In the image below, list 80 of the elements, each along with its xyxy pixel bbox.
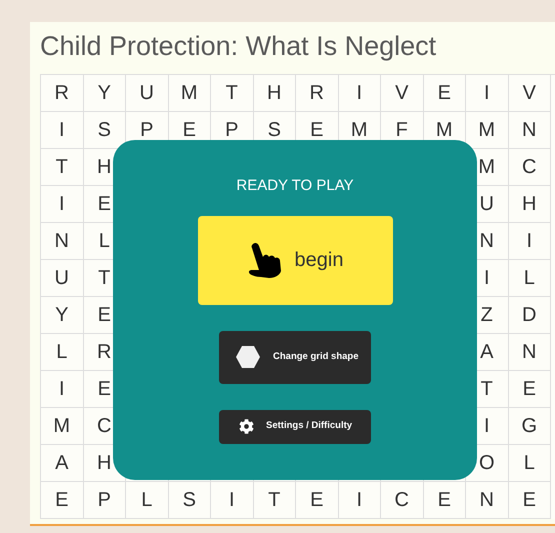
grid-letter: N	[522, 340, 536, 365]
grid-letter: I	[58, 118, 65, 143]
grid-letter: L	[141, 488, 152, 513]
grid-letter: E	[522, 488, 536, 513]
grid-letter: A	[55, 451, 68, 476]
grid-letter: S	[182, 488, 196, 513]
grid-letter: E	[438, 488, 451, 513]
grid-letter: I	[58, 377, 65, 402]
grid-letter: E	[98, 377, 111, 402]
grid-letter: I	[484, 81, 490, 106]
grid-letter: T	[268, 488, 280, 513]
overlay-heading: READY TO PLAY	[236, 176, 354, 196]
grid-letter: D	[522, 303, 536, 328]
grid-letter: E	[438, 81, 451, 106]
grid-letter: E	[55, 488, 68, 513]
grid-letter: T	[226, 81, 238, 106]
grid-letter: L	[524, 266, 535, 291]
puzzle-title: Child Protection: What Is Neglect	[39, 30, 438, 63]
grid-letter: V	[395, 81, 408, 106]
pointing-hand-icon	[246, 241, 283, 279]
grid-letter: N	[480, 488, 494, 513]
grid-letter: R	[310, 81, 324, 106]
grid-letter: P	[140, 118, 154, 143]
begin-button[interactable]: begin	[198, 216, 392, 304]
grid-letter: E	[310, 118, 324, 143]
grid-letter: R	[97, 340, 112, 365]
grid-letter: Z	[480, 303, 493, 328]
grid-letter: C	[394, 488, 409, 513]
grid-letter: N	[522, 118, 536, 143]
grid-letter: E	[98, 192, 111, 217]
grid-letter: G	[521, 414, 538, 439]
grid-letter: N	[54, 229, 69, 254]
grid-letter: E	[98, 303, 111, 328]
grid-letter: M	[478, 155, 496, 180]
grid-letter: M	[180, 81, 198, 106]
grid-letter: T	[480, 377, 493, 402]
change-grid-shape-button[interactable]: Change grid shape	[219, 330, 371, 384]
grid-letter: I	[484, 414, 490, 439]
grid-letter: M	[350, 118, 368, 143]
grid-letter: H	[97, 451, 112, 476]
grid-letter: U	[54, 266, 69, 291]
grid-letter: U	[140, 81, 154, 106]
grid-letter: I	[228, 488, 235, 513]
grid-letter: I	[484, 266, 490, 291]
grid-letter: Y	[98, 81, 111, 106]
grid-letter: M	[436, 118, 453, 143]
grid-letter: E	[182, 118, 196, 143]
grid-letter: P	[98, 488, 111, 513]
grid-letter: P	[225, 118, 238, 143]
grid-letter: S	[268, 118, 281, 143]
grid-letter: I	[526, 229, 532, 254]
grid-letter: C	[97, 414, 112, 439]
grid-letter: T	[56, 155, 68, 180]
grid-letter: S	[98, 118, 111, 143]
grid-letter: H	[97, 155, 112, 180]
grid-letter: H	[522, 192, 536, 217]
grid-letter: M	[478, 118, 496, 143]
grid-letter: O	[478, 451, 495, 476]
grid-letter: E	[310, 488, 324, 513]
grid-letter: N	[480, 229, 494, 254]
grid-letter: R	[54, 81, 69, 106]
grid-letter: T	[98, 266, 110, 291]
grid-letter: L	[56, 340, 68, 365]
grid-letter: H	[267, 81, 282, 106]
grid-letter: U	[480, 192, 494, 217]
grid-letter: L	[98, 229, 110, 254]
grid-letter: A	[480, 340, 494, 365]
grid-letter: E	[522, 377, 536, 402]
grid-letter: L	[524, 451, 535, 476]
grid-letter: Y	[55, 303, 68, 328]
grid-letter: I	[356, 488, 362, 513]
grid-letter: C	[522, 155, 536, 180]
grid-letter: I	[58, 192, 65, 217]
settings-icon	[239, 419, 254, 434]
grid-letter: I	[356, 81, 362, 106]
settings-button[interactable]: Settings / Difficulty	[219, 410, 371, 444]
grid-letter: F	[396, 118, 408, 143]
grid-letter: M	[53, 414, 70, 439]
hexagon-icon	[235, 345, 261, 369]
grid-letter: V	[522, 81, 536, 106]
